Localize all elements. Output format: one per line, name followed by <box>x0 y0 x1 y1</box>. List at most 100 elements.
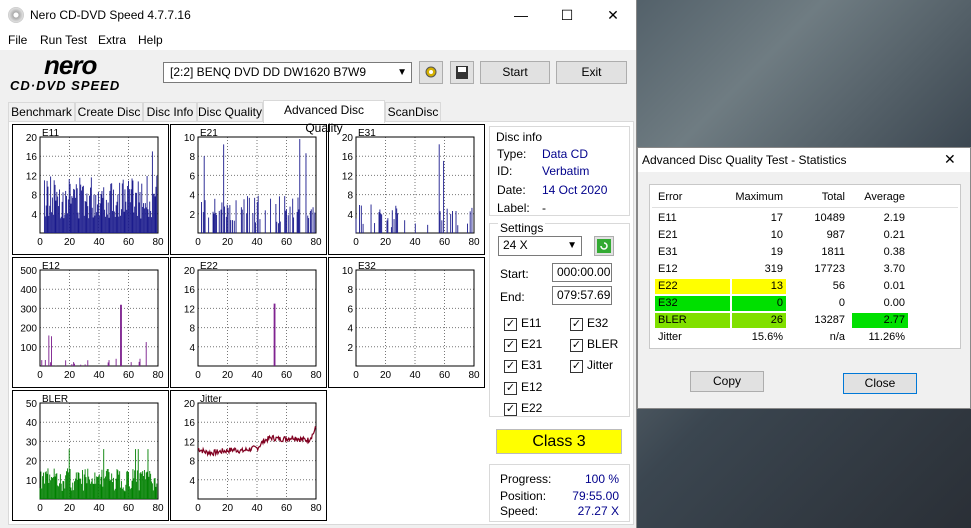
bars <box>43 151 158 233</box>
table-cell-e22-max: 13 <box>732 279 786 294</box>
menu-help[interactable]: Help <box>138 33 163 47</box>
x-tick-label: 0 <box>353 237 359 248</box>
x-tick-label: 0 <box>195 503 201 514</box>
table-cell-jitter-total: n/a <box>829 331 845 343</box>
menu-extra[interactable]: Extra <box>98 33 126 47</box>
dialog-close-icon[interactable]: ✕ <box>944 151 956 168</box>
table-cell-e31-name: E31 <box>658 246 678 258</box>
menu-run-test[interactable]: Run Test <box>40 33 87 47</box>
tab-disc-info[interactable]: Disc Info <box>143 102 197 122</box>
x-tick-label: 60 <box>281 503 293 514</box>
x-tick-label: 0 <box>37 503 43 514</box>
minimize-button[interactable]: — <box>498 0 544 30</box>
logo-nero-text: nero <box>44 50 97 80</box>
drive-select[interactable]: [2:2] BENQ DVD DD DW1620 B7W9 ▼ <box>163 62 412 83</box>
x-tick-label: 0 <box>195 370 201 381</box>
tab-disc-quality[interactable]: Disc Quality <box>197 102 263 122</box>
bars <box>273 303 276 366</box>
close-window-button[interactable]: ✕ <box>590 0 636 30</box>
y-tick-label: 10 <box>26 476 38 487</box>
table-cell-e31-max: 19 <box>770 246 783 258</box>
chart-e12: E12 500 400 300 200 100 0 20 40 60 80 <box>12 257 169 388</box>
end-time-input[interactable]: 079:57.69 <box>552 286 612 305</box>
x-tick-label: 40 <box>93 503 105 514</box>
y-tick-label: 12 <box>184 304 196 315</box>
close-button[interactable]: Close <box>843 373 917 394</box>
y-tick-label: 8 <box>347 191 353 202</box>
x-tick-label: 20 <box>222 503 234 514</box>
table-cell-e22-avg: 0.01 <box>883 280 905 292</box>
drive-config-button[interactable] <box>419 61 443 84</box>
exit-button[interactable]: Exit <box>556 61 627 84</box>
x-tick-label: 60 <box>439 370 451 381</box>
maximize-button[interactable]: ☐ <box>544 0 590 30</box>
table-cell-e12-name: E12 <box>658 263 678 275</box>
y-tick-label: 16 <box>342 152 354 163</box>
speed-select-value: 24 X <box>503 238 528 252</box>
chart-e11: E11 20 16 12 8 4 0 20 40 60 80 <box>12 124 169 255</box>
x-tick-label: 80 <box>468 237 480 248</box>
start-button[interactable]: Start <box>480 61 550 84</box>
y-tick-label: 500 <box>20 266 37 277</box>
tab-benchmark[interactable]: Benchmark <box>8 102 75 122</box>
x-tick-label: 60 <box>123 503 135 514</box>
progress-label: Progress: <box>500 472 552 486</box>
x-tick-label: 0 <box>353 370 359 381</box>
x-tick-label: 20 <box>64 503 76 514</box>
checkbox-e11[interactable]: ✓ <box>504 318 517 331</box>
speed-select[interactable]: 24 X ▼ <box>498 236 582 256</box>
checkbox-label-e11: E11 <box>521 316 542 330</box>
tab-scandisc[interactable]: ScanDisc <box>385 102 441 122</box>
refresh-speed-button[interactable] <box>594 236 614 256</box>
y-tick-label: 4 <box>347 324 353 335</box>
dialog-title: Advanced Disc Quality Test - Statistics <box>642 153 847 167</box>
checkbox-jitter[interactable]: ✓ <box>570 360 583 373</box>
y-tick-label: 10 <box>342 266 354 277</box>
y-tick-label: 8 <box>347 285 353 296</box>
table-cell-e22-total: 56 <box>832 280 845 292</box>
x-tick-label: 60 <box>281 370 293 381</box>
checkbox-e31[interactable]: ✓ <box>504 360 517 373</box>
table-cell-e11-avg: 2.19 <box>883 212 905 224</box>
x-tick-label: 20 <box>64 237 76 248</box>
id-value: Verbatim <box>542 164 590 178</box>
checkbox-e32[interactable]: ✓ <box>570 318 583 331</box>
x-tick-label: 40 <box>251 370 263 381</box>
x-tick-label: 60 <box>123 237 135 248</box>
x-tick-label: 20 <box>380 237 392 248</box>
tab-advanced-disc-quality[interactable]: Advanced Disc Quality <box>263 100 385 135</box>
y-tick-label: 4 <box>189 343 195 354</box>
type-label: Type: <box>497 147 527 161</box>
main-window: Nero CD-DVD Speed 4.7.7.16 — ☐ ✕ File Ru… <box>0 0 637 528</box>
x-tick-label: 20 <box>222 370 234 381</box>
chart-svg-e31: E31201612840 20 40 60 80 <box>342 128 480 248</box>
app-icon <box>8 7 24 23</box>
table-cell-e32-name: E32 <box>655 296 730 311</box>
y-tick-label: 4 <box>189 191 195 202</box>
table-cell-e12-total: 17723 <box>814 263 845 275</box>
tab-create-disc[interactable]: Create Disc <box>75 102 143 122</box>
chart-e31: E31 20 16 12 8 4 0 20 40 60 80 <box>328 124 485 255</box>
y-tick-label: 20 <box>184 266 196 277</box>
table-cell-e21-max: 10 <box>770 229 783 241</box>
menu-file[interactable]: File <box>8 33 27 47</box>
table-cell-e21-avg: 0.21 <box>883 229 905 241</box>
start-time-input[interactable]: 000:00.00 <box>552 263 612 282</box>
checkbox-bler[interactable]: ✓ <box>570 339 583 352</box>
table-cell-e22-name: E22 <box>655 279 730 294</box>
save-button[interactable] <box>450 61 474 84</box>
y-tick-label: 20 <box>342 133 354 144</box>
copy-button[interactable]: Copy <box>690 371 764 392</box>
table-cell-bler-avg: 2.77 <box>852 313 908 328</box>
chart-svg-e32: E321086420 20 40 60 80 <box>342 261 480 381</box>
date-label: Date: <box>497 183 526 197</box>
checkbox-e22[interactable]: ✓ <box>504 403 517 416</box>
checkbox-e21[interactable]: ✓ <box>504 339 517 352</box>
progress-group: Progress: 100 % Position: 79:55.00 Speed… <box>489 464 630 522</box>
bars <box>39 449 158 499</box>
y-tick-label: 40 <box>26 418 38 429</box>
checkbox-e12[interactable]: ✓ <box>504 382 517 395</box>
class-result-badge: Class 3 <box>496 429 622 454</box>
chart-bler: BLER 50 40 30 20 10 0 20 40 60 80 <box>12 390 169 521</box>
disc-info-heading: Disc info <box>496 130 543 144</box>
